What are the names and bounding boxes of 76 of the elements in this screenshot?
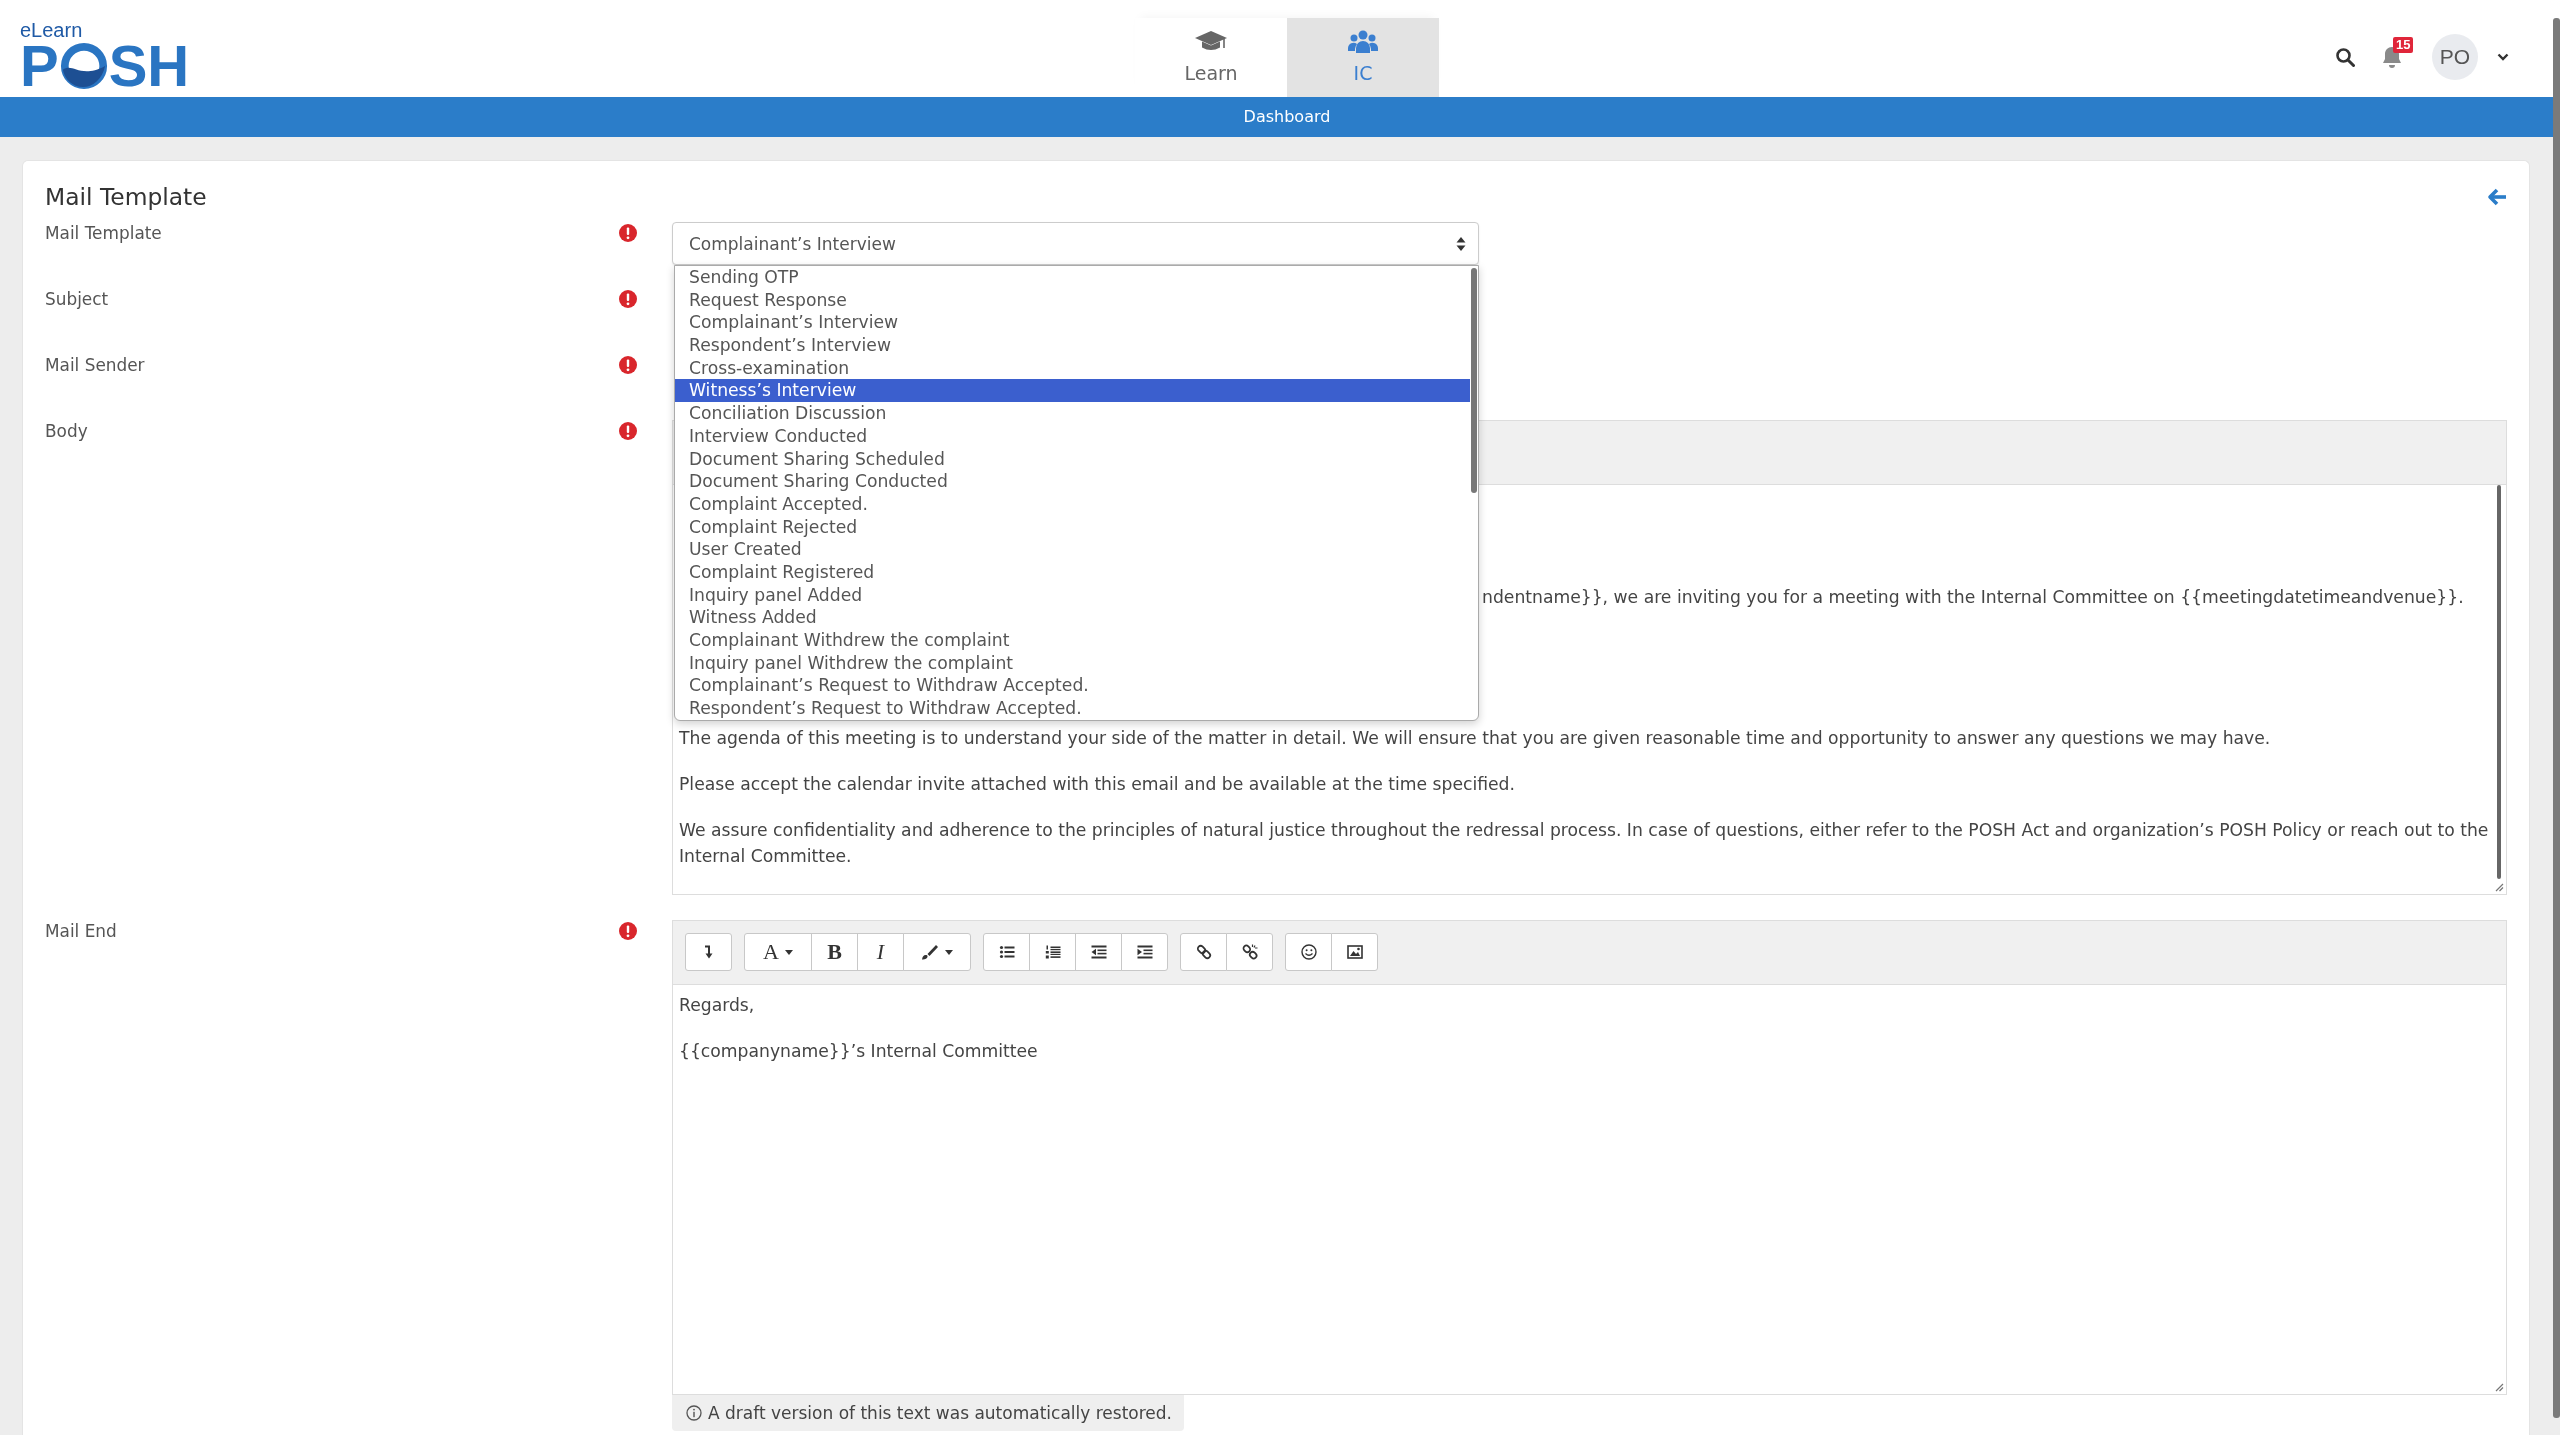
dropdown-option[interactable]: Inquiry panel Added <box>675 583 1470 607</box>
dropdown-option[interactable]: Respondent’s Request to Withdraw Accepted. <box>675 697 1470 720</box>
bold-button[interactable]: B <box>811 933 858 971</box>
field-label: Subject <box>45 288 109 310</box>
indent-button[interactable] <box>1121 933 1168 971</box>
dropdown-option[interactable]: Complainant Withdrew the complaint <box>675 629 1470 652</box>
italic-button[interactable]: I <box>857 933 904 971</box>
wave-ring-icon <box>59 42 108 90</box>
dropdown-option[interactable]: Cross-examination <box>675 356 1470 380</box>
scrollbar[interactable] <box>1471 268 1477 493</box>
brush-button[interactable] <box>903 933 971 971</box>
font-color-button[interactable]: A <box>744 933 812 971</box>
dropdown-option[interactable]: Complainant’s Request to Withdraw Accepted. <box>675 674 1470 698</box>
dropdown-option[interactable]: Conciliation Discussion <box>675 402 1470 425</box>
scrollbar[interactable] <box>2553 18 2560 1418</box>
paragraph: ndentname}}, we are inviting you for a meeting with the Internal Committee on {{meetingdatetimeandvenue}}. <box>1482 586 2465 609</box>
field-label: Mail Sender <box>45 354 145 376</box>
dashboard-link[interactable]: Dashboard <box>1243 107 1331 127</box>
paragraph: Regards, <box>679 994 756 1017</box>
template-select[interactable]: Complainant’s Interview <box>672 222 1479 265</box>
dropdown-option[interactable]: User Created <box>675 538 1470 561</box>
image-icon <box>1346 944 1363 960</box>
paragraph: The agenda of this meeting is to understand your side of the matter in detail. We will ensure that you are given reasonable time and opportunity to answer any questions we may have. <box>679 727 2272 750</box>
bulleted-list-button[interactable] <box>983 933 1030 971</box>
image-button[interactable] <box>1331 933 1378 971</box>
info-icon <box>686 1405 702 1421</box>
dropdown-option[interactable]: Witness’s Interview <box>675 379 1470 403</box>
card-title: Mail Template <box>45 183 207 211</box>
dropdown-option[interactable]: Interview Conducted <box>675 424 1470 448</box>
nav-tab[interactable]: Learn <box>1135 18 1287 97</box>
editor-field[interactable]: Regards, {{companyname}}’s Internal Committee <box>672 985 2507 1395</box>
dropdown-option[interactable]: Witness Added <box>675 606 1470 629</box>
resize-grip-icon[interactable] <box>2494 1382 2504 1392</box>
logo-letter: P <box>20 41 59 91</box>
indent-icon <box>1136 944 1153 960</box>
unlink-icon <box>1241 944 1258 960</box>
updown-caret-icon <box>1456 235 1466 252</box>
avatar[interactable]: PO <box>2432 34 2478 80</box>
logo-letters: SH <box>108 41 190 91</box>
dropdown-option[interactable]: Complaint Rejected <box>675 515 1470 539</box>
dropdown-option[interactable]: Document Sharing Scheduled <box>675 447 1470 471</box>
emoji-button[interactable] <box>1285 933 1332 971</box>
dropdown-option[interactable]: Sending OTP <box>675 266 1470 289</box>
dropdown-option[interactable]: Complainant’s Interview <box>675 311 1470 335</box>
back-arrow-icon[interactable] <box>2487 188 2507 206</box>
logo-tagline: eLearn <box>20 20 83 41</box>
paragraph: Please accept the calendar invite attached with this email and be available at the time specified. <box>679 773 1516 796</box>
dropdown-option[interactable]: Request Response <box>675 288 1470 312</box>
outdent-button[interactable] <box>1075 933 1122 971</box>
dropdown-option[interactable]: Respondent’s Interview <box>675 334 1470 357</box>
field-label: Mail End <box>45 920 117 942</box>
link-button[interactable] <box>1180 933 1227 971</box>
numbered-list-button[interactable] <box>1029 933 1076 971</box>
unlink-button[interactable] <box>1226 933 1273 971</box>
caret-down-icon[interactable] <box>2497 53 2509 61</box>
paragraph: {{companyname}}’s Internal Committee <box>679 1040 1039 1063</box>
paragraph: We assure confidentiality and adherence to the principles of natural justice throughout the redressal process. In case of questions, either refer to the POSH Act and organization’s POSH Policy or reach out to the Internal Committee. <box>679 819 2490 868</box>
dropdown-option[interactable]: Complaint Accepted. <box>675 492 1470 516</box>
bulleted-list-icon <box>998 944 1015 960</box>
dropdown-option[interactable]: Complaint Registered <box>675 560 1470 584</box>
notice-text: A draft version of this text was automatically restored. <box>708 1403 1172 1423</box>
users-icon <box>1348 30 1378 54</box>
search-icon[interactable] <box>2335 47 2355 67</box>
numbered-list-icon <box>1044 944 1061 960</box>
notification-badge: 15 <box>2393 37 2414 53</box>
outdent-icon <box>1090 944 1107 960</box>
field-label: Mail Template <box>45 222 162 244</box>
resize-grip-icon[interactable] <box>2494 882 2504 892</box>
smiley-icon <box>1300 944 1317 960</box>
link-icon <box>1195 944 1212 960</box>
field-label: Body <box>45 420 88 442</box>
brush-icon <box>921 944 939 960</box>
dropdown-option[interactable]: Document Sharing Conducted <box>675 470 1470 493</box>
line-break-button[interactable] <box>685 933 732 971</box>
dropdown-option[interactable]: Inquiry panel Withdrew the complaint <box>675 651 1470 675</box>
scrollbar[interactable] <box>2497 485 2501 879</box>
